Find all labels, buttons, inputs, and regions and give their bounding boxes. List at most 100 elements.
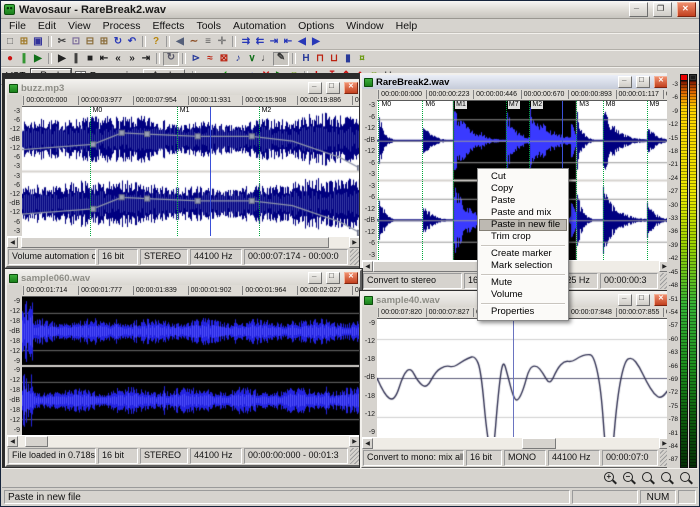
rarebreak-close-button[interactable] bbox=[654, 76, 668, 88]
minimize-button[interactable] bbox=[629, 2, 648, 17]
marker-pair-icon[interactable]: ⇉ bbox=[239, 36, 253, 48]
buzz-minimize-button[interactable] bbox=[308, 82, 322, 94]
menu-help[interactable]: Help bbox=[390, 20, 424, 32]
resize-grip[interactable] bbox=[350, 249, 359, 265]
loop-mode-icon[interactable]: ↻ bbox=[163, 52, 179, 66]
open-file-icon[interactable]: ⊞ bbox=[17, 36, 31, 48]
scroll-left-icon[interactable]: ◀ bbox=[362, 261, 373, 272]
spectrum-icon[interactable]: ≈ bbox=[203, 53, 217, 65]
scroll-right-icon[interactable]: ▶ bbox=[349, 436, 360, 447]
paste-mix-icon[interactable]: ⊞ bbox=[97, 36, 111, 48]
marker-M0[interactable]: M0 bbox=[90, 107, 91, 236]
close-button[interactable] bbox=[677, 2, 696, 17]
buzz-horizontal-scrollbar[interactable]: ◀ ▶ bbox=[7, 236, 360, 248]
speaker-icon[interactable]: ◀ bbox=[173, 36, 187, 48]
rewind-icon[interactable]: « bbox=[111, 53, 125, 65]
context-menu-item-paste-and-mix[interactable]: Paste and mix bbox=[479, 207, 567, 219]
buzz-title-bar[interactable]: buzz.mp3 bbox=[7, 81, 360, 95]
menu-process[interactable]: Process bbox=[97, 20, 147, 32]
scroll-right-icon[interactable]: ▶ bbox=[349, 237, 360, 248]
window-buzz[interactable]: buzz.mp3 00:00:00:00000:00:03:97700:00:0… bbox=[5, 79, 362, 268]
marker-M2[interactable]: M2 bbox=[259, 107, 260, 236]
sample40-horizontal-scrollbar[interactable]: ◀ ▶ bbox=[362, 437, 670, 449]
copy-icon[interactable]: ⊡ bbox=[69, 36, 83, 48]
prev-marker-icon[interactable]: ◀ bbox=[295, 36, 309, 48]
menu-view[interactable]: View bbox=[62, 20, 97, 32]
restore-button[interactable] bbox=[653, 2, 672, 17]
pencil-icon[interactable]: ✎ bbox=[273, 52, 289, 66]
rarebreak-timeline-ruler[interactable]: 00:00:00:00000:00:00:22300:00:00:44600:0… bbox=[377, 89, 670, 101]
context-menu-item-cut[interactable]: Cut bbox=[479, 171, 567, 183]
marker-M1[interactable]: M1 bbox=[177, 107, 178, 236]
wrench-icon[interactable]: ✛ bbox=[215, 36, 229, 48]
save-icon[interactable]: ▣ bbox=[31, 36, 45, 48]
zoom-all-icon[interactable] bbox=[679, 471, 694, 485]
record-icon[interactable]: ● bbox=[3, 53, 17, 65]
pause-icon[interactable]: ∥ bbox=[69, 53, 83, 65]
bitdepth-icon[interactable]: ⊔ bbox=[327, 53, 341, 65]
context-menu-item-copy[interactable]: Copy bbox=[479, 183, 567, 195]
marker-M0[interactable]: M0 bbox=[378, 101, 379, 260]
batch-icon[interactable]: ⊠ bbox=[217, 53, 231, 65]
context-menu-item-create-marker[interactable]: Create marker bbox=[479, 248, 567, 260]
go-start-icon[interactable]: ⇤ bbox=[97, 53, 111, 65]
menu-options[interactable]: Options bbox=[292, 20, 340, 32]
marker-M6[interactable]: M6 bbox=[422, 101, 423, 260]
sample40-maximize-button[interactable] bbox=[636, 294, 650, 306]
context-menu-item-mute[interactable]: Mute bbox=[479, 277, 567, 289]
marker-in-icon[interactable]: ⇥ bbox=[267, 36, 281, 48]
context-menu-item-paste-in-new-file[interactable]: Paste in new file bbox=[479, 219, 567, 231]
app-title-bar[interactable]: Wavosaur - RareBreak2.wav bbox=[1, 1, 699, 19]
scroll-left-icon[interactable]: ◀ bbox=[362, 438, 373, 449]
scroll-thumb[interactable] bbox=[522, 438, 556, 449]
scroll-thumb[interactable] bbox=[25, 436, 48, 447]
buzz-waveform-canvas[interactable] bbox=[22, 107, 360, 236]
sample060-waveform-canvas[interactable] bbox=[22, 297, 360, 435]
buzz-waveform-area[interactable]: M0 M1 M2 bbox=[22, 107, 360, 236]
sample060-waveform-area[interactable] bbox=[22, 297, 360, 435]
zoom-selection-icon[interactable] bbox=[660, 471, 675, 485]
play-icon[interactable]: ▶ bbox=[55, 53, 69, 65]
sample060-timeline-ruler[interactable]: 00:00:01:71400:00:01:77700:00:01:83900:0… bbox=[22, 285, 360, 297]
loop-play-icon[interactable]: ∥ bbox=[17, 53, 31, 65]
paste-icon[interactable]: ⊟ bbox=[83, 36, 97, 48]
dynamics-icon[interactable]: ∨ bbox=[245, 53, 259, 65]
sample40-minimize-button[interactable] bbox=[618, 294, 632, 306]
menu-file[interactable]: File bbox=[3, 20, 32, 32]
sample060-minimize-button[interactable] bbox=[308, 272, 322, 284]
beat-detect-icon[interactable]: ♪ bbox=[231, 53, 245, 65]
scroll-thumb[interactable] bbox=[21, 237, 329, 248]
marker-M1[interactable]: M1 bbox=[453, 101, 454, 260]
help-icon[interactable]: ? bbox=[149, 36, 163, 48]
marker-pair2-icon[interactable]: ⇇ bbox=[253, 36, 267, 48]
context-menu-item-mark-selection[interactable]: Mark selection bbox=[479, 260, 567, 272]
window-sample060[interactable]: sample060.wav 00:00:01:71400:00:01:77700… bbox=[5, 269, 362, 467]
kick-icon[interactable]: ♩ bbox=[259, 53, 273, 65]
marker-M8[interactable]: M8 bbox=[603, 101, 604, 260]
context-menu-item-properties[interactable]: Properties bbox=[479, 306, 567, 318]
zoom-in-icon[interactable]: + bbox=[603, 471, 618, 485]
buzz-maximize-button[interactable] bbox=[326, 82, 340, 94]
levels-icon[interactable]: ≡ bbox=[201, 36, 215, 48]
zoom-reset-icon[interactable] bbox=[641, 471, 656, 485]
stop-icon[interactable]: ■ bbox=[83, 53, 97, 65]
clip-indicator-right[interactable] bbox=[690, 75, 696, 80]
rarebreak-maximize-button[interactable] bbox=[636, 76, 650, 88]
clip-indicator-left[interactable] bbox=[681, 75, 687, 80]
scroll-left-icon[interactable]: ◀ bbox=[7, 436, 18, 447]
next-marker-icon[interactable]: ▶ bbox=[309, 36, 323, 48]
loop-icon[interactable]: ↻ bbox=[111, 36, 125, 48]
buzz-timeline-ruler[interactable]: 00:00:00:00000:00:03:97700:00:07:95400:0… bbox=[22, 95, 360, 107]
marker-M9[interactable]: M9 bbox=[647, 101, 648, 260]
zoom-out-icon[interactable]: − bbox=[622, 471, 637, 485]
sample060-maximize-button[interactable] bbox=[326, 272, 340, 284]
go-end-icon[interactable]: ⇥ bbox=[139, 53, 153, 65]
cable-icon[interactable]: ∼ bbox=[187, 36, 201, 48]
undo-icon[interactable]: ↶ bbox=[125, 36, 139, 48]
rarebreak-minimize-button[interactable] bbox=[618, 76, 632, 88]
sample40-close-button[interactable] bbox=[654, 294, 668, 306]
lock-icon[interactable]: ¤ bbox=[355, 53, 369, 65]
channel-icon[interactable]: ▮ bbox=[341, 53, 355, 65]
stereo-tool-icon[interactable]: H bbox=[299, 53, 313, 65]
menu-automation[interactable]: Automation bbox=[227, 20, 292, 32]
